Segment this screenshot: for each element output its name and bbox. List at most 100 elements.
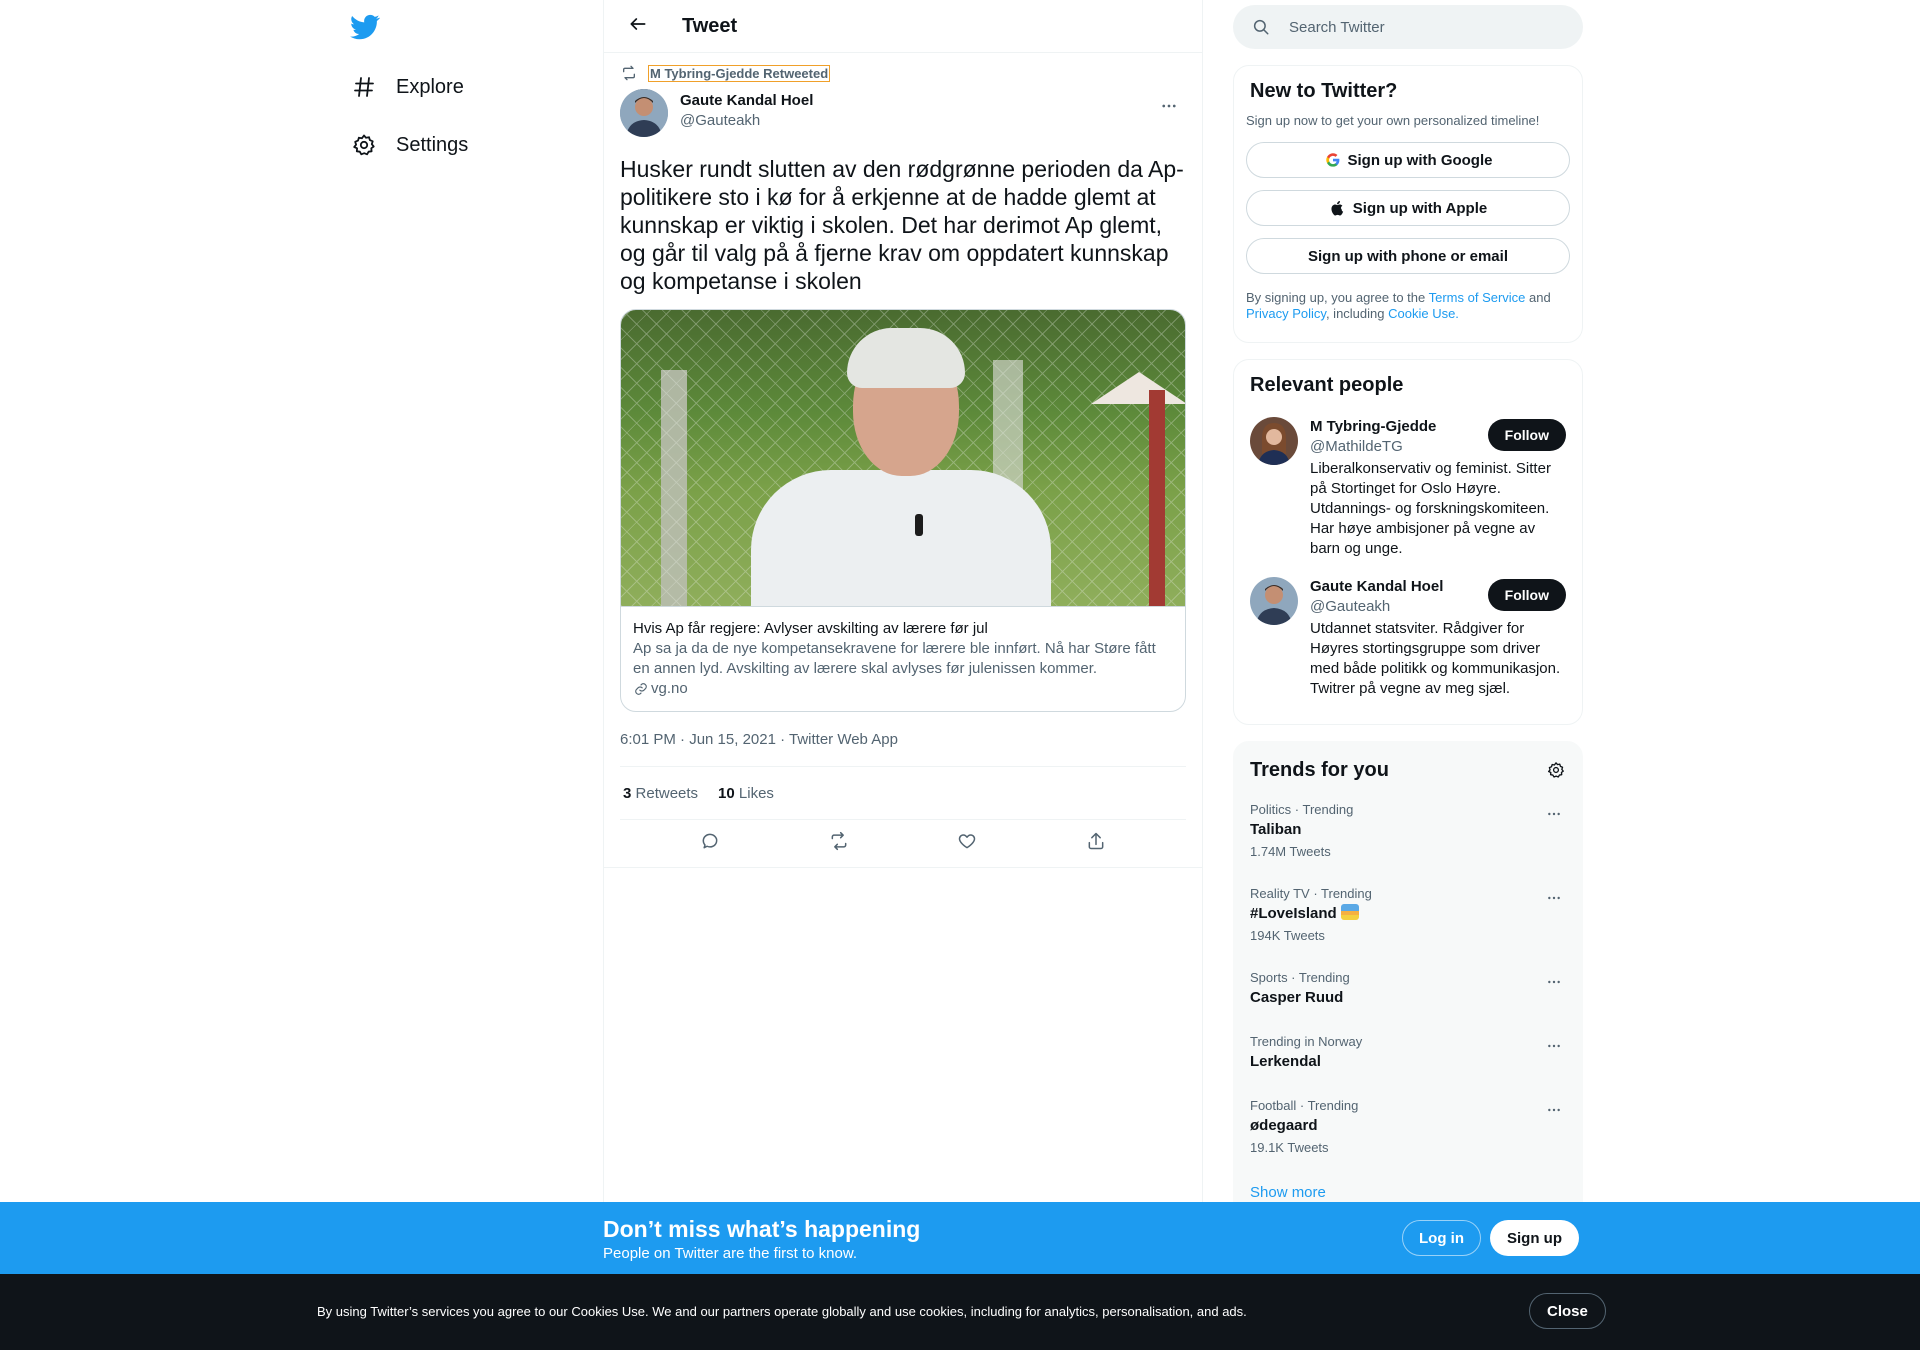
author-name[interactable]: Gaute Kandal Hoel bbox=[680, 91, 813, 111]
gear-icon bbox=[350, 131, 378, 159]
trend-count: 194K Tweets bbox=[1250, 928, 1325, 943]
main-column: Tweet M Tybring-Gjedde Retweeted Gaute K… bbox=[603, 0, 1203, 1350]
share-button[interactable] bbox=[1077, 825, 1115, 863]
more-icon[interactable] bbox=[1542, 804, 1566, 824]
tweet: M Tybring-Gjedde Retweeted Gaute Kandal … bbox=[604, 53, 1202, 868]
twitter-logo-icon[interactable] bbox=[350, 12, 384, 46]
reply-icon bbox=[700, 831, 720, 856]
heart-icon bbox=[957, 831, 977, 856]
person-avatar[interactable] bbox=[1250, 417, 1298, 465]
signup-google-label: Sign up with Google bbox=[1347, 151, 1493, 169]
trend-name: Taliban bbox=[1250, 821, 1302, 838]
link-card-domain-text: vg.no bbox=[651, 680, 688, 697]
tweet-actions bbox=[604, 820, 1202, 868]
link-icon bbox=[633, 681, 649, 697]
person-card: M Tybring-Gjedde @MathildeTG Liberalkons… bbox=[1250, 417, 1566, 559]
trend-count: 1.74M Tweets bbox=[1250, 844, 1331, 859]
privacy-policy-link[interactable]: Privacy Policy bbox=[1246, 306, 1326, 321]
new-to-twitter-subtitle: Sign up now to get your own personalized… bbox=[1246, 113, 1540, 128]
arrow-left-icon bbox=[628, 14, 648, 39]
back-button[interactable] bbox=[620, 8, 656, 44]
new-to-twitter-panel: New to Twitter? Sign up now to get your … bbox=[1233, 65, 1583, 343]
trend-item[interactable]: Sports · Trending Casper Ruud bbox=[1250, 970, 1566, 1008]
cookie-use-link[interactable]: Cookie Use. bbox=[1388, 306, 1459, 321]
relevant-people-title: Relevant people bbox=[1250, 374, 1404, 396]
tweet-header: Tweet bbox=[604, 0, 1202, 53]
person-avatar[interactable] bbox=[1250, 577, 1298, 625]
retweets-label: Retweets bbox=[635, 784, 699, 802]
retweets-stat[interactable]: 3 Retweets bbox=[623, 785, 698, 802]
cookie-text: By using Twitter’s services you agree to… bbox=[317, 1304, 1247, 1319]
trend-context: Football · Trending bbox=[1250, 1098, 1359, 1113]
trend-count: 19.1K Tweets bbox=[1250, 1140, 1329, 1155]
author-avatar[interactable] bbox=[620, 89, 668, 137]
signup-google-button[interactable]: Sign up with Google bbox=[1246, 142, 1570, 178]
link-card[interactable]: Hvis Ap får regjere: Avlyser avskilting … bbox=[620, 309, 1186, 712]
retweet-context: M Tybring-Gjedde Retweeted bbox=[620, 63, 1186, 83]
more-icon[interactable] bbox=[1542, 1100, 1566, 1120]
person-bio: Liberalkonservativ og feminist. Sitter p… bbox=[1310, 460, 1551, 557]
nav-item-settings[interactable]: Settings bbox=[350, 120, 468, 170]
trend-context: Politics · Trending bbox=[1250, 802, 1354, 817]
retweet-icon bbox=[620, 64, 638, 82]
signup-legal-text: By signing up, you agree to the Terms of… bbox=[1246, 290, 1570, 322]
trends-settings-icon[interactable] bbox=[1546, 760, 1566, 780]
retweeter-link[interactable]: M Tybring-Gjedde Retweeted bbox=[648, 64, 831, 82]
trend-context: Sports · Trending bbox=[1250, 970, 1350, 985]
trend-item[interactable]: Football · Trending ødegaard 19.1K Tweet… bbox=[1250, 1098, 1566, 1156]
google-icon bbox=[1324, 151, 1342, 169]
trend-name: #LoveIsland bbox=[1250, 904, 1566, 924]
follow-button[interactable]: Follow bbox=[1487, 419, 1566, 451]
more-icon[interactable] bbox=[1542, 1036, 1566, 1056]
retweet-icon bbox=[829, 831, 849, 856]
cookie-bar: By using Twitter’s services you agree to… bbox=[0, 1274, 1920, 1350]
signup-phone-email-button[interactable]: Sign up with phone or email bbox=[1246, 238, 1570, 274]
tweet-text: Husker rundt slutten av den rødgrønne pe… bbox=[620, 156, 1184, 294]
reply-button[interactable] bbox=[691, 825, 729, 863]
trend-context: Trending in Norway bbox=[1250, 1034, 1363, 1049]
show-more-link[interactable]: Show more bbox=[1250, 1184, 1566, 1201]
author-handle[interactable]: @Gauteakh bbox=[680, 111, 813, 131]
trend-name: ødegaard bbox=[1250, 1117, 1318, 1134]
search-icon bbox=[1251, 17, 1271, 37]
legal-text-1: By signing up, you agree to the bbox=[1246, 290, 1429, 305]
page-title: Tweet bbox=[682, 14, 738, 37]
signup-button[interactable]: Sign up bbox=[1490, 1220, 1579, 1256]
hashtag-icon bbox=[350, 73, 378, 101]
apple-icon bbox=[1329, 199, 1347, 217]
trend-name: Lerkendal bbox=[1250, 1053, 1321, 1070]
left-navigation: Explore Settings bbox=[330, 0, 602, 1350]
search-bar[interactable] bbox=[1233, 5, 1583, 49]
trend-item[interactable]: Reality TV · Trending #LoveIsland 194K T… bbox=[1250, 886, 1566, 944]
nav-label-explore: Explore bbox=[396, 75, 464, 98]
person-card: Gaute Kandal Hoel @Gauteakh Utdannet sta… bbox=[1250, 577, 1566, 699]
trend-item[interactable]: Trending in Norway Lerkendal bbox=[1250, 1034, 1566, 1072]
new-to-twitter-title: New to Twitter? bbox=[1250, 80, 1398, 102]
like-button[interactable] bbox=[948, 825, 986, 863]
search-input[interactable] bbox=[1289, 18, 1549, 36]
island-emoji-icon bbox=[1340, 904, 1359, 920]
more-options-button[interactable] bbox=[1152, 91, 1186, 125]
trend-name: Casper Ruud bbox=[1250, 989, 1344, 1006]
likes-label: Likes bbox=[738, 784, 774, 802]
tweet-timestamp[interactable]: 6:01 PM · Jun 15, 2021 · Twitter Web App bbox=[620, 730, 1186, 767]
terms-of-service-link[interactable]: Terms of Service bbox=[1429, 290, 1526, 305]
trend-item[interactable]: Politics · Trending Taliban 1.74M Tweets bbox=[1250, 802, 1566, 860]
tweet-stats: 3 Retweets 10 Likes bbox=[620, 767, 1186, 820]
person-bio: Utdannet statsviter. Rådgiver for Høyres… bbox=[1310, 620, 1561, 697]
nav-label-settings: Settings bbox=[396, 133, 469, 156]
follow-button[interactable]: Follow bbox=[1487, 579, 1566, 611]
cookie-close-button[interactable]: Close bbox=[1529, 1293, 1606, 1329]
share-icon bbox=[1086, 831, 1106, 856]
trends-title: Trends for you bbox=[1250, 758, 1389, 781]
likes-stat[interactable]: 10 Likes bbox=[718, 785, 774, 802]
more-icon[interactable] bbox=[1542, 972, 1566, 992]
retweet-button[interactable] bbox=[820, 825, 858, 863]
more-icon[interactable] bbox=[1542, 888, 1566, 908]
trend-context: Reality TV · Trending bbox=[1250, 886, 1372, 901]
nav-item-explore[interactable]: Explore bbox=[350, 62, 464, 112]
login-button[interactable]: Log in bbox=[1402, 1220, 1481, 1256]
legal-text-2: and bbox=[1525, 290, 1551, 305]
signup-apple-button[interactable]: Sign up with Apple bbox=[1246, 190, 1570, 226]
more-icon bbox=[1160, 97, 1178, 120]
